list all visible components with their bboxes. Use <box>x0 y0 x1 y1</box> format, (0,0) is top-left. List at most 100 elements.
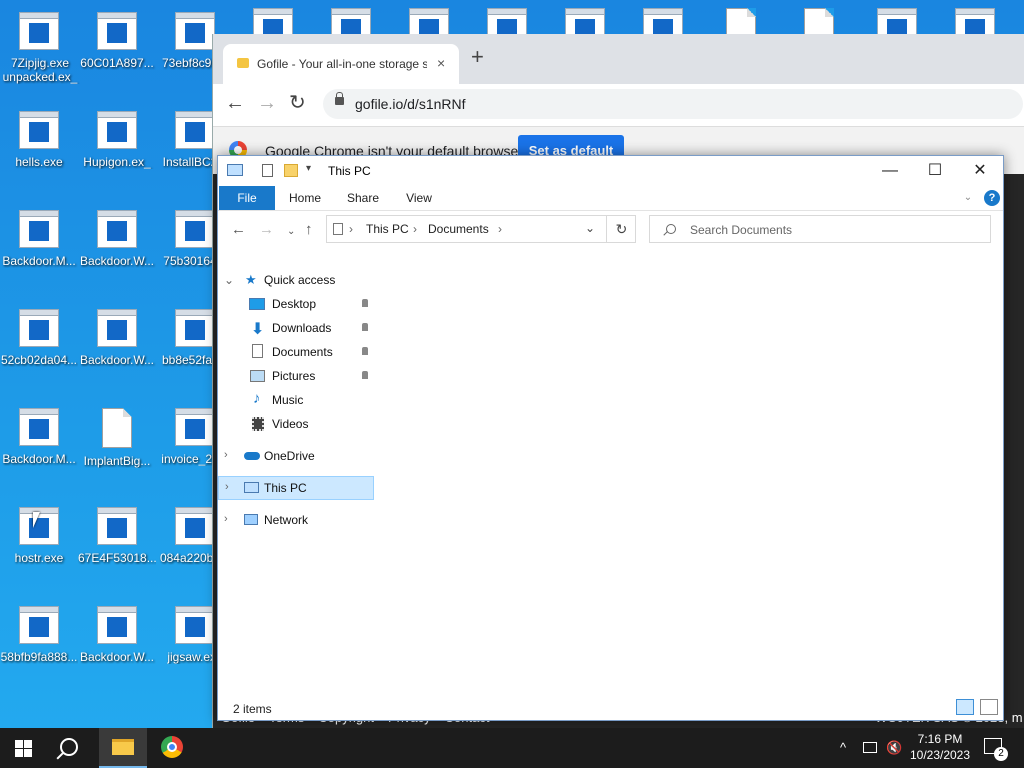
pin-icon[interactable] <box>362 323 368 331</box>
taskbar-chrome[interactable] <box>148 728 196 768</box>
desktop-icon-label: Backdoor.W... <box>79 353 155 367</box>
executable-file-icon <box>643 8 683 34</box>
computer-icon <box>244 482 259 493</box>
nav-item-documents[interactable]: Documents <box>218 340 376 364</box>
pin-icon[interactable] <box>362 347 368 355</box>
executable-file-icon <box>331 8 371 34</box>
crumb-this-pc[interactable]: This PC <box>366 222 409 236</box>
nav-item-music[interactable]: ♪ Music <box>218 388 376 412</box>
properties-icon[interactable] <box>262 164 273 177</box>
pin-icon[interactable] <box>362 371 368 379</box>
desktop-icon-0[interactable]: 7Zipjig.exe unpacked.ex_ <box>0 2 78 90</box>
desktop-icon-1[interactable]: 60C01A897... <box>78 2 156 90</box>
desktop-icon-top-7[interactable] <box>780 0 858 34</box>
nav-this-pc[interactable]: › This PC <box>218 476 374 500</box>
tab-view[interactable]: View <box>394 186 444 210</box>
help-icon[interactable]: ? <box>984 190 1000 206</box>
file-explorer-window: ▾ This PC — ☐ ✕ File Home Share View ⌄ ?… <box>217 155 1004 721</box>
desktop-icon-label: 67E4F53018... <box>78 551 156 565</box>
nav-item-desktop[interactable]: Desktop <box>218 292 376 316</box>
date-text: 10/23/2023 <box>909 748 971 762</box>
taskbar-file-explorer[interactable] <box>99 728 147 768</box>
address-bar[interactable]: gofile.io/d/s1nRNf <box>323 89 1023 119</box>
tab-close-icon[interactable]: × <box>437 55 445 71</box>
crumb-separator-icon: › <box>413 222 417 236</box>
reload-button[interactable]: ↻ <box>289 93 306 113</box>
desktop-icon-7[interactable]: Backdoor.W... <box>78 200 156 288</box>
chrome-tab-strip: Gofile - Your all-in-one storage s × + <box>213 34 1024 84</box>
network-status-icon[interactable] <box>863 742 877 753</box>
search-placeholder: Search Documents <box>690 223 793 237</box>
desktop-icon-top-1[interactable] <box>312 0 390 34</box>
refresh-button[interactable]: ↻ <box>606 215 636 243</box>
forward-arrow-icon[interactable]: → <box>259 222 274 238</box>
desktop-icon-15[interactable]: hostr.exe <box>0 497 78 585</box>
address-path-bar[interactable]: › This PC › Documents › ⌄ <box>326 215 636 243</box>
desktop-icon-16[interactable]: 67E4F53018... <box>78 497 156 585</box>
desktop-icon-label: 7Zipjig.exe unpacked.ex_ <box>2 56 78 84</box>
nav-item-pictures[interactable]: Pictures <box>218 364 376 388</box>
desktop-icon-6[interactable]: Backdoor.M... <box>0 200 78 288</box>
large-icons-view-icon[interactable] <box>980 699 998 715</box>
forward-button[interactable]: → <box>257 93 277 113</box>
gofile-favicon-icon <box>237 58 249 68</box>
details-view-icon[interactable] <box>956 699 974 715</box>
address-dropdown-icon[interactable]: ⌄ <box>585 221 595 235</box>
desktop-icon-top-10[interactable] <box>1014 0 1024 34</box>
close-button[interactable]: ✕ <box>957 156 1003 186</box>
desktop-icon-18[interactable]: 58bfb9fa888... <box>0 596 78 684</box>
desktop-icon-19[interactable]: Backdoor.W... <box>78 596 156 684</box>
desktop-icon-9[interactable]: 52cb02da04... <box>0 299 78 387</box>
volume-muted-icon[interactable]: 🔇 <box>886 740 902 756</box>
nav-item-downloads[interactable]: ⬇ Downloads <box>218 316 376 340</box>
qat-dropdown-icon[interactable]: ▾ <box>306 163 311 174</box>
desktop-icon-top-6[interactable] <box>702 0 780 34</box>
chrome-tab-gofile[interactable]: Gofile - Your all-in-one storage s × <box>223 44 459 84</box>
executable-file-icon <box>97 210 137 248</box>
maximize-button[interactable]: ☐ <box>912 156 958 186</box>
desktop-icon-13[interactable]: ImplantBig... <box>78 398 156 486</box>
nav-network[interactable]: › Network <box>218 508 376 532</box>
nav-quick-access[interactable]: ⌄ ★ Quick access <box>218 268 376 292</box>
back-button[interactable]: ← <box>225 93 245 113</box>
nav-onedrive[interactable]: › OneDrive <box>218 444 376 468</box>
recent-locations-icon[interactable]: ⌄ <box>287 224 295 240</box>
tab-home[interactable]: Home <box>280 186 330 210</box>
collapsed-chevron-icon[interactable]: › <box>224 449 228 461</box>
tab-file[interactable]: File <box>219 186 275 210</box>
tab-share[interactable]: Share <box>338 186 388 210</box>
new-tab-button[interactable]: + <box>471 46 484 68</box>
star-icon: ★ <box>245 272 257 287</box>
crumb-documents[interactable]: Documents <box>428 222 489 236</box>
minimize-button[interactable]: — <box>867 156 913 186</box>
expanded-chevron-icon[interactable]: ⌄ <box>224 273 234 287</box>
desktop-icon-top-4[interactable] <box>546 0 624 34</box>
desktop-icon-top-5[interactable] <box>624 0 702 34</box>
explorer-titlebar[interactable]: ▾ This PC — ☐ ✕ <box>218 156 1003 186</box>
back-arrow-icon[interactable]: ← <box>231 222 246 238</box>
nav-label: Network <box>264 513 309 527</box>
desktop-icon-12[interactable]: Backdoor.M... <box>0 398 78 486</box>
collapsed-chevron-icon[interactable]: › <box>225 481 229 493</box>
executable-file-icon <box>97 507 137 545</box>
collapsed-chevron-icon[interactable]: › <box>224 513 228 525</box>
tray-overflow-icon[interactable]: ^ <box>840 740 846 755</box>
desktop-icon-top-3[interactable] <box>468 0 546 34</box>
search-box[interactable]: Search Documents <box>649 215 991 243</box>
desktop-icon-top-9[interactable] <box>936 0 1014 34</box>
ribbon-expand-chevron-icon[interactable]: ⌄ <box>960 186 976 210</box>
nav-item-videos[interactable]: Videos <box>218 412 376 436</box>
taskbar-search-icon[interactable] <box>60 738 78 756</box>
up-arrow-icon[interactable]: ↑ <box>305 222 313 238</box>
desktop-icon-top-8[interactable] <box>858 0 936 34</box>
desktop-icon-4[interactable]: Hupigon.ex_ <box>78 101 156 189</box>
desktop-icon-3[interactable]: hells.exe <box>0 101 78 189</box>
start-button[interactable] <box>15 740 32 757</box>
new-folder-icon[interactable] <box>284 164 298 177</box>
pin-icon[interactable] <box>362 299 368 307</box>
desktop-icon-top-2[interactable] <box>390 0 468 34</box>
executable-file-icon <box>877 8 917 34</box>
desktop-icon-top-0[interactable] <box>234 0 312 34</box>
clock[interactable]: 7:16 PM 10/23/2023 <box>905 731 975 763</box>
desktop-icon-10[interactable]: Backdoor.W... <box>78 299 156 387</box>
